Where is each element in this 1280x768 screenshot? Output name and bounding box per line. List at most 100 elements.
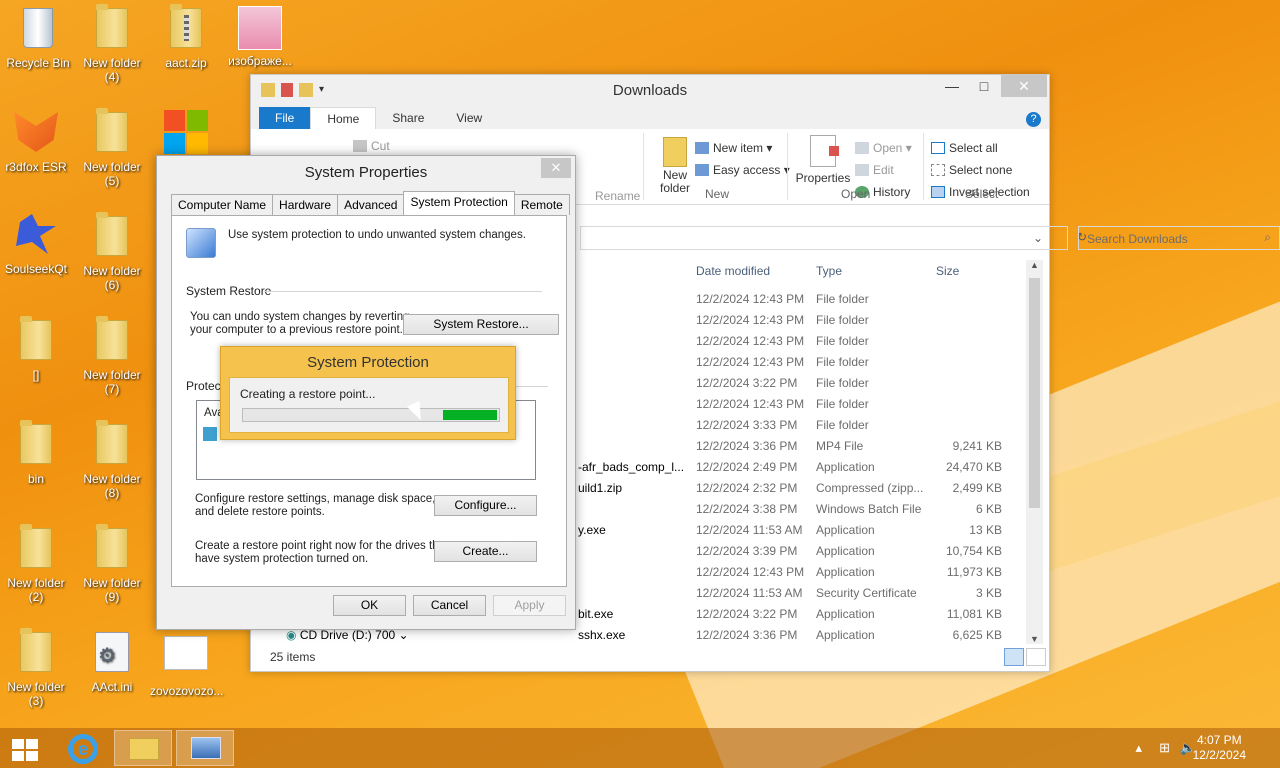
folder-icon bbox=[14, 316, 58, 364]
easy-access-label: Easy access ▾ bbox=[713, 163, 790, 177]
desktop-icon-zip[interactable]: aact.zip bbox=[150, 4, 222, 70]
select-all-button[interactable]: Select all bbox=[931, 141, 998, 155]
tab-share[interactable]: Share bbox=[376, 107, 440, 129]
system-restore-button[interactable]: System Restore... bbox=[403, 314, 559, 335]
folder-icon bbox=[90, 420, 134, 468]
restore-description: You can undo system changes by reverting… bbox=[190, 311, 410, 336]
new-folder-button[interactable]: New folder bbox=[655, 137, 695, 195]
clock-time: 4:07 PM bbox=[1196, 733, 1242, 747]
system-clock[interactable]: 4:07 PM 12/2/2024 bbox=[1193, 733, 1246, 763]
apply-button[interactable]: Apply bbox=[493, 595, 566, 616]
open-button[interactable]: Open ▾ bbox=[855, 141, 912, 155]
internet-explorer-icon: e bbox=[68, 734, 98, 764]
system-restore-header: System Restore bbox=[186, 284, 272, 298]
dialog-title: System Properties bbox=[304, 164, 428, 181]
taskbar: e ▴ ⊞ 🔈 4:07 PM 12/2/2024 bbox=[0, 728, 1280, 768]
cancel-button[interactable]: Cancel bbox=[413, 595, 486, 616]
folder-icon bbox=[14, 628, 58, 676]
ok-button[interactable]: OK bbox=[333, 595, 406, 616]
close-button[interactable]: ✕ bbox=[541, 158, 571, 178]
new-item-button[interactable]: New item ▾ bbox=[695, 141, 772, 155]
intro-text: Use system protection to undo unwanted s… bbox=[228, 229, 526, 241]
desktop-icon-document[interactable]: zovozovozo... bbox=[150, 630, 223, 698]
tab-advanced[interactable]: Advanced bbox=[337, 194, 405, 215]
easy-access-icon bbox=[695, 164, 709, 176]
desktop-icon-label: [] bbox=[32, 368, 40, 382]
windows-logo-icon bbox=[12, 739, 38, 761]
tab-hardware[interactable]: Hardware bbox=[272, 194, 339, 215]
network-icon[interactable]: ⊞ bbox=[1159, 740, 1170, 756]
clock-date: 12/2/2024 bbox=[1192, 748, 1246, 762]
select-none-label: Select none bbox=[949, 163, 1013, 177]
desktop-icon-soulseek[interactable]: SoulseekQt bbox=[0, 214, 72, 276]
explorer-titlebar: ▾ Downloads — □ ✕ bbox=[251, 75, 1049, 105]
desktop-icon-folder[interactable]: New folder (8) bbox=[76, 420, 148, 500]
desktop-icon-folder[interactable]: [] bbox=[0, 316, 72, 382]
tab-home[interactable]: Home bbox=[310, 107, 377, 129]
invert-selection-icon bbox=[931, 186, 945, 198]
rename-button[interactable]: Rename bbox=[595, 189, 640, 203]
desktop-icon-label: bin bbox=[27, 472, 44, 486]
desktop-icon-folder[interactable]: New folder (5) bbox=[76, 108, 148, 188]
file-explorer-icon bbox=[129, 738, 159, 760]
search-icon: ⌕ bbox=[1264, 230, 1271, 244]
desktop-icon-folder[interactable]: New folder (7) bbox=[76, 316, 148, 396]
cut-button[interactable]: Cut bbox=[353, 139, 390, 153]
minimize-button[interactable]: — bbox=[935, 75, 969, 97]
create-description: Create a restore point right now for the… bbox=[195, 540, 448, 565]
tab-view[interactable]: View bbox=[440, 107, 498, 129]
easy-access-button[interactable]: Easy access ▾ bbox=[695, 163, 790, 177]
desktop-icon-folder[interactable]: bin bbox=[0, 420, 72, 486]
new-item-label: New item ▾ bbox=[713, 141, 773, 155]
desktop-icon-recycle-bin[interactable]: Recycle Bin bbox=[2, 6, 74, 70]
help-icon[interactable]: ? bbox=[1018, 107, 1049, 129]
taskbar-system-properties[interactable] bbox=[176, 730, 234, 766]
desktop-icon-ini[interactable]: AAct.ini bbox=[76, 630, 148, 694]
new-item-icon bbox=[695, 142, 709, 154]
desktop-icon-folder[interactable]: New folder (3) bbox=[0, 628, 72, 708]
tab-system-protection[interactable]: System Protection bbox=[403, 191, 515, 215]
desktop-icon-image[interactable]: изображе... bbox=[224, 6, 296, 68]
desktop-icon-folder[interactable]: New folder (4) bbox=[76, 4, 148, 84]
new-folder-icon bbox=[663, 137, 687, 167]
desktop-icon-folder[interactable]: New folder (2) bbox=[0, 524, 72, 604]
desktop-icon-label: New folder (9) bbox=[83, 576, 141, 604]
window-title: Downloads bbox=[612, 82, 688, 99]
rename-label: Rename bbox=[595, 189, 641, 203]
dialog-titlebar: System Properties ✕ bbox=[157, 156, 575, 186]
start-button[interactable] bbox=[0, 730, 50, 766]
document-icon bbox=[164, 636, 208, 680]
close-button[interactable]: ✕ bbox=[1001, 75, 1047, 97]
select-none-button[interactable]: Select none bbox=[931, 163, 1012, 177]
tab-file[interactable]: File bbox=[259, 107, 311, 129]
progress-bar bbox=[242, 408, 500, 422]
cut-label: Cut bbox=[371, 139, 390, 153]
desktop-icon-r3dfox[interactable]: r3dfox ESR bbox=[0, 112, 72, 174]
desktop-icon-label: Recycle Bin bbox=[6, 56, 70, 70]
create-button[interactable]: Create... bbox=[434, 541, 537, 562]
tab-computer-name[interactable]: Computer Name bbox=[171, 194, 274, 215]
desktop-icon-app[interactable] bbox=[150, 110, 222, 158]
fox-browser-icon bbox=[14, 112, 58, 156]
configure-button[interactable]: Configure... bbox=[434, 495, 537, 516]
history-label: History bbox=[873, 185, 911, 199]
tab-remote[interactable]: Remote bbox=[513, 194, 570, 215]
edit-label: Edit bbox=[873, 163, 894, 177]
edit-button[interactable]: Edit bbox=[855, 163, 894, 177]
taskbar-file-explorer[interactable] bbox=[114, 730, 172, 766]
maximize-button[interactable]: □ bbox=[967, 75, 1001, 97]
properties-button[interactable]: Properties bbox=[795, 135, 851, 185]
desktop-icon-folder[interactable]: New folder (6) bbox=[76, 212, 148, 292]
group-select-label: Select bbox=[965, 187, 999, 201]
desktop-icon-label: New folder (2) bbox=[7, 576, 65, 604]
windows-logo-icon bbox=[164, 110, 208, 154]
ribbon-tabs: File Home Share View ? bbox=[251, 105, 1049, 129]
open-label: Open ▾ bbox=[873, 141, 912, 155]
refresh-icon[interactable]: ↻ bbox=[1077, 230, 1087, 244]
folder-icon bbox=[14, 524, 58, 572]
show-hidden-icons-icon[interactable]: ▴ bbox=[1135, 740, 1142, 756]
taskbar-internet-explorer[interactable]: e bbox=[54, 730, 112, 766]
desktop-icon-folder[interactable]: New folder (9) bbox=[76, 524, 148, 604]
search-input[interactable]: Search Downloads ⌕ bbox=[1078, 226, 1280, 250]
folder-icon bbox=[14, 420, 58, 468]
